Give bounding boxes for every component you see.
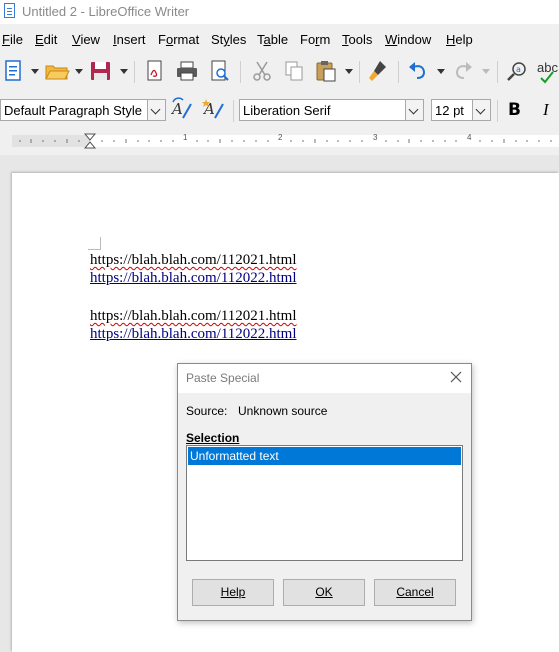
save-icon[interactable] [88, 58, 114, 84]
toolbar-separator [240, 61, 241, 83]
menu-window[interactable]: Window [385, 32, 431, 47]
menu-help[interactable]: Help [446, 32, 473, 47]
ok-button[interactable]: OK [283, 579, 365, 606]
copy-icon[interactable] [281, 58, 307, 84]
document-line-plain[interactable]: https://blah.blah.com/112021.html [90, 251, 297, 269]
export-pdf-icon[interactable] [142, 58, 168, 84]
text-boundary-corner [88, 237, 101, 250]
spelling-autocorrect-icon[interactable]: abc [535, 58, 559, 84]
toolbar-separator [359, 61, 360, 83]
new-document-icon[interactable] [1, 58, 27, 84]
new-style-icon[interactable]: A [201, 96, 227, 122]
document-hyperlink[interactable]: https://blah.blah.com/112022.html [90, 325, 297, 343]
document-line-plain[interactable]: https://blah.blah.com/112021.html [90, 307, 297, 325]
ruler-number: 1 [183, 133, 188, 142]
chevron-down-icon[interactable] [472, 100, 490, 120]
list-item-label: Unformatted text [190, 449, 279, 463]
menu-tools[interactable]: Tools [342, 32, 372, 47]
writer-document-icon [4, 3, 15, 18]
dialog-title-bar[interactable]: Paste Special [178, 364, 471, 393]
ruler-number: 2 [278, 133, 283, 142]
source-value: Unknown source [238, 404, 328, 418]
redo-icon[interactable] [450, 58, 476, 84]
menu-file[interactable]: File [2, 32, 23, 47]
find-replace-icon[interactable]: a [504, 58, 530, 84]
svg-text:a: a [516, 65, 521, 74]
standard-toolbar: a abc [0, 56, 559, 90]
dialog-title: Paste Special [186, 371, 260, 385]
open-folder-icon[interactable] [44, 58, 70, 84]
ruler-number: 3 [373, 133, 378, 142]
update-style-icon[interactable]: A [169, 96, 195, 122]
menu-format[interactable]: Format [158, 32, 199, 47]
toolbar-separator [497, 61, 498, 83]
print-preview-icon[interactable] [207, 58, 233, 84]
italic-button[interactable]: I [543, 100, 549, 120]
menu-edit[interactable]: Edit [35, 32, 57, 47]
menu-table[interactable]: Table [257, 32, 288, 47]
cancel-button[interactable]: Cancel [374, 579, 456, 606]
font-name-value: Liberation Serif [243, 103, 331, 118]
menu-styles[interactable]: Styles [211, 32, 246, 47]
bold-button[interactable]: B [508, 100, 521, 120]
paste-dropdown-icon[interactable] [345, 69, 353, 74]
close-icon[interactable] [449, 370, 463, 384]
document-hyperlink[interactable]: https://blah.blah.com/112022.html [90, 269, 297, 287]
paragraph-style-combo[interactable]: Default Paragraph Style [0, 99, 166, 121]
chevron-down-icon[interactable] [147, 100, 165, 120]
source-label: Source: [186, 404, 228, 418]
toolbar-separator [233, 100, 234, 122]
open-dropdown-icon[interactable] [75, 69, 83, 74]
clone-formatting-icon[interactable] [366, 58, 392, 84]
new-dropdown-icon[interactable] [31, 69, 39, 74]
list-item-selected[interactable]: Unformatted text [188, 447, 461, 465]
font-size-value: 12 pt [435, 103, 464, 118]
svg-text:A: A [170, 100, 183, 118]
menu-form[interactable]: Form [300, 32, 330, 47]
print-icon[interactable] [174, 58, 200, 84]
redo-dropdown-icon[interactable] [482, 69, 490, 74]
undo-dropdown-icon[interactable] [437, 69, 445, 74]
paste-special-dialog: Paste Special Source: Unknown source Sel… [177, 363, 472, 621]
chevron-down-icon[interactable] [405, 100, 423, 120]
formatting-toolbar: Default Paragraph Style A A Liberation S… [0, 96, 559, 126]
help-button[interactable]: Help [192, 579, 274, 606]
undo-icon[interactable] [405, 58, 431, 84]
title-bar: Untitled 2 - LibreOffice Writer [0, 0, 559, 24]
save-dropdown-icon[interactable] [120, 69, 128, 74]
selection-listbox[interactable]: Unformatted text [186, 445, 463, 561]
menu-view[interactable]: View [72, 32, 100, 47]
window-title: Untitled 2 - LibreOffice Writer [22, 4, 190, 19]
paste-icon[interactable] [313, 58, 339, 84]
toolbar-separator [497, 100, 498, 122]
menu-bar: File Edit View Insert Format Styles Tabl… [0, 28, 559, 50]
toolbar-separator [398, 61, 399, 83]
paragraph-style-value: Default Paragraph Style [4, 103, 143, 118]
cut-icon[interactable] [249, 58, 275, 84]
selection-heading: Selection [186, 431, 240, 445]
menu-insert[interactable]: Insert [113, 32, 146, 47]
ruler-number: 4 [467, 133, 472, 142]
font-size-combo[interactable]: 12 pt [431, 99, 491, 121]
toolbar-separator [134, 61, 135, 83]
font-name-combo[interactable]: Liberation Serif [239, 99, 424, 121]
horizontal-ruler[interactable]: 1 2 3 4 [0, 131, 559, 151]
